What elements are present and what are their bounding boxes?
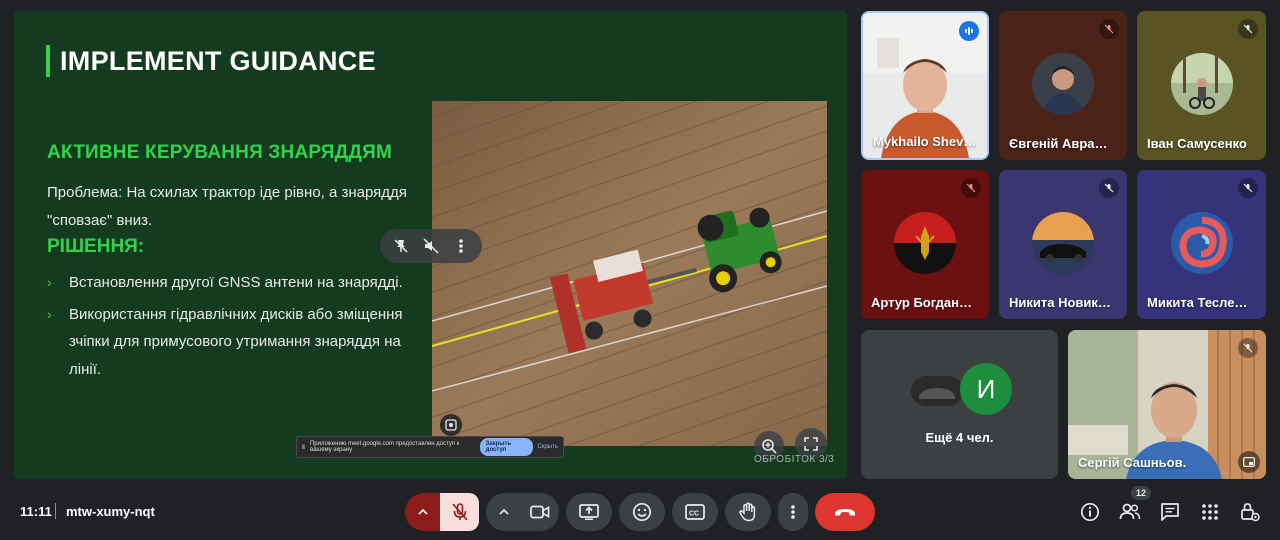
meeting-details-icon[interactable]	[1078, 500, 1102, 524]
avatar	[894, 211, 956, 274]
speaking-indicator-icon	[959, 21, 979, 41]
mic-off-icon	[1238, 19, 1258, 39]
avatar	[1032, 211, 1094, 274]
slide-bullet: › Використання гідравлічних дисків або з…	[47, 301, 407, 384]
meeting-control-bar: 11:11 mtw-xumy-nqt CC	[0, 486, 1280, 540]
unpin-icon[interactable]	[391, 236, 411, 256]
floating-tile-controls	[380, 229, 482, 263]
slide-counter: ОБРОБІТОК 3/3	[754, 454, 835, 465]
mic-off-icon	[1099, 19, 1119, 39]
activities-icon[interactable]	[1198, 500, 1222, 524]
slide-bullet-list: › Встановлення другої GNSS антени на зна…	[47, 269, 407, 387]
presentation-stage: IMPLEMENT GUIDANCE АКТИВНЕ КЕРУВАННЯ ЗНА…	[14, 11, 847, 479]
avatar	[1170, 211, 1233, 274]
participant-name: Іван Самусенко	[1147, 136, 1247, 151]
participant-tile[interactable]: Mykhailo Shev…	[861, 11, 989, 160]
mic-options-button[interactable]	[405, 493, 441, 531]
chat-icon[interactable]	[1158, 500, 1182, 524]
slide-bullet-text: Використання гідравлічних дисків або змі…	[69, 305, 403, 378]
participant-tile[interactable]: Євгеній Авра…	[999, 11, 1127, 160]
picture-in-picture-icon[interactable]	[1238, 451, 1260, 473]
mic-off-icon	[1238, 178, 1258, 198]
share-banner-text: Приложению meet.google.com предоставлен …	[309, 441, 460, 453]
slide-bullet: › Встановлення другої GNSS антени на зна…	[47, 269, 407, 297]
mic-off-icon	[1099, 178, 1119, 198]
avatar	[1170, 52, 1233, 115]
stop-sharing-button[interactable]: Закрыть доступ	[479, 438, 533, 456]
participant-tile[interactable]: Артур Богдан…	[861, 170, 989, 319]
participant-name: Mykhailo Shev…	[873, 134, 977, 149]
host-controls-icon[interactable]	[1238, 500, 1262, 524]
camera-toggle[interactable]	[521, 493, 559, 531]
participant-name: Артур Богдан…	[871, 295, 972, 310]
avatar-initial: И	[960, 363, 1012, 415]
participant-name: Микита Тесле…	[1147, 295, 1248, 310]
mic-off-icon	[1238, 338, 1258, 358]
participant-name: Никита Новик…	[1009, 295, 1111, 310]
pause-icon: Ⅱ	[302, 444, 305, 451]
meeting-code: mtw-xumy-nqt	[66, 504, 155, 519]
people-count-badge: 12	[1131, 486, 1151, 500]
participant-tile[interactable]: Никита Новик…	[999, 170, 1127, 319]
clock: 11:11	[20, 504, 52, 519]
leave-call-button[interactable]	[815, 493, 875, 531]
more-options-button[interactable]	[778, 493, 808, 531]
slide-bullet-text: Встановлення другої GNSS антени на знаря…	[69, 274, 403, 291]
people-icon[interactable]	[1118, 500, 1142, 524]
chevron-right-icon: ›	[47, 305, 52, 322]
participant-name: Євгеній Авра…	[1009, 136, 1108, 151]
slide-subheading: АКТИВНЕ КЕРУВАННЯ ЗНАРЯДДЯМ	[47, 142, 392, 163]
mic-off-icon	[961, 178, 981, 198]
participant-tile[interactable]: Сергій Сашньов.	[1068, 330, 1266, 479]
reactions-button[interactable]	[619, 493, 665, 531]
participant-tile[interactable]: Іван Самусенко	[1137, 11, 1266, 160]
more-participants-tile[interactable]: И Ещё 4 чел.	[861, 330, 1058, 479]
slide-photo-tractor-field	[432, 101, 827, 446]
camera-options-button[interactable]	[486, 493, 522, 531]
participant-tile[interactable]: Микита Тесле…	[1137, 170, 1266, 319]
present-screen-button[interactable]	[566, 493, 612, 531]
more-participants-label: Ещё 4 чел.	[925, 430, 994, 445]
captions-button[interactable]: CC	[672, 493, 718, 531]
hide-banner-link[interactable]: Скрыть	[538, 444, 558, 450]
slide-problem-text: Проблема: На схилах трактор іде рівно, а…	[47, 184, 407, 229]
microphone-toggle[interactable]	[440, 493, 479, 531]
chevron-right-icon: ›	[47, 274, 52, 290]
screen-share-banner: Ⅱ Приложению meet.google.com предоставле…	[296, 436, 564, 458]
raise-hand-button[interactable]	[725, 493, 771, 531]
slide-solution-heading: РІШЕННЯ:	[47, 236, 145, 257]
visual-search-icon[interactable]	[440, 414, 462, 436]
participant-name: Сергій Сашньов.	[1078, 455, 1187, 470]
avatar	[911, 376, 963, 406]
svg-text:CC: CC	[689, 511, 699, 518]
more-options-icon[interactable]	[451, 236, 471, 256]
mute-presentation-icon[interactable]	[421, 236, 441, 256]
avatar	[1032, 52, 1094, 115]
divider	[55, 503, 56, 519]
slide-title: IMPLEMENT GUIDANCE	[46, 45, 376, 77]
